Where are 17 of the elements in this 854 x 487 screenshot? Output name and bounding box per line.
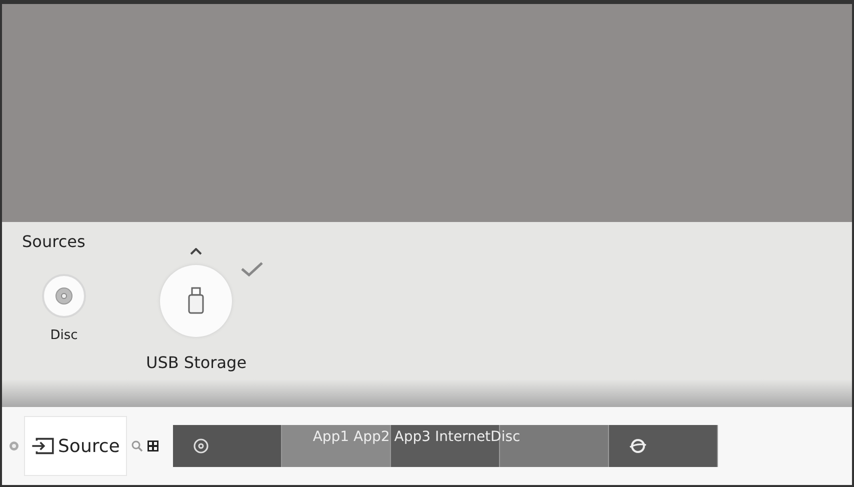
globe-icon [628, 438, 647, 454]
settings-icon[interactable] [8, 440, 20, 452]
tiles-caption: App1 App2 App3 InternetDisc [312, 429, 520, 445]
apps-grid-icon[interactable] [146, 440, 159, 452]
source-label: USB Storage [146, 353, 247, 372]
input-source-icon [31, 437, 55, 455]
app-tile[interactable] [608, 425, 718, 467]
panel-title: Sources [22, 232, 86, 251]
disc-icon [54, 286, 74, 306]
source-item[interactable] [42, 274, 86, 318]
app-tile[interactable] [172, 425, 282, 467]
source-label: Disc [50, 328, 78, 343]
usb-drive-icon [187, 287, 206, 315]
caret-icon [190, 248, 202, 255]
app-tile[interactable] [282, 425, 391, 467]
disc-icon [192, 438, 209, 454]
source-button[interactable]: Source [24, 416, 127, 476]
